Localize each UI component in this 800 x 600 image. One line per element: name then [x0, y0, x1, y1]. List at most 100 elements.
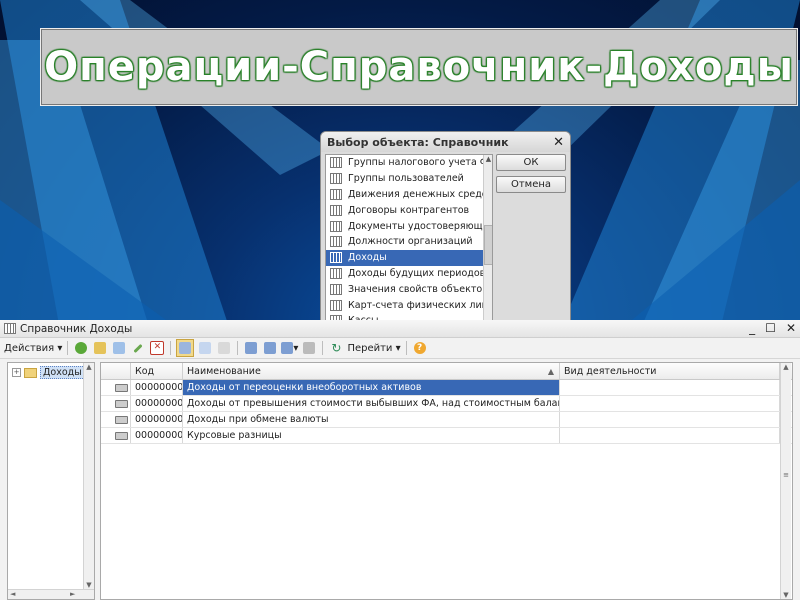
- picker-item[interactable]: Карт-счета физических лиц: [326, 297, 492, 313]
- toolbar-divider: [322, 341, 324, 355]
- scroll-thumb[interactable]: ≡: [781, 471, 791, 479]
- picker-item[interactable]: Доходы будущих периодов: [326, 266, 492, 282]
- filter-icon[interactable]: [243, 340, 259, 356]
- catalog-icon: [330, 204, 342, 216]
- cancel-button[interactable]: Отмена: [496, 176, 566, 193]
- edit-icon[interactable]: [130, 340, 146, 356]
- cell-activity: [560, 412, 780, 427]
- picker-item[interactable]: Значения свойств объектов: [326, 281, 492, 297]
- cell-code: 000000004: [131, 380, 183, 395]
- catalog-icon: [330, 236, 342, 248]
- copy-icon[interactable]: [111, 340, 127, 356]
- clear-filter-icon[interactable]: [301, 340, 317, 356]
- column-header-name[interactable]: Наименование ▲: [183, 363, 560, 379]
- delete-icon[interactable]: ✕: [149, 340, 165, 356]
- tree-vertical-scrollbar[interactable]: ▲ ▼: [83, 363, 94, 589]
- cell-name: Курсовые разницы: [183, 428, 560, 443]
- item-icon-cell: [101, 428, 131, 443]
- icon-column-header: [101, 363, 131, 379]
- table-row[interactable]: 000000001 Курсовые разницы: [101, 428, 792, 444]
- scroll-right-icon[interactable]: ►: [70, 590, 75, 598]
- toolbar: Действия ▾ ✕ ▾ ↻ Перейти ▾ ?: [0, 338, 800, 359]
- column-header-name-label: Наименование: [187, 365, 261, 377]
- help-icon-glyph: ?: [413, 342, 426, 354]
- cell-activity: [560, 396, 780, 411]
- picker-item[interactable]: Группы налогового учета ФА: [326, 155, 492, 171]
- table-row[interactable]: 000000003 Доходы от превышения стоимости…: [101, 396, 792, 412]
- scroll-down-icon[interactable]: ▼: [84, 581, 94, 589]
- catalog-icon: [4, 323, 16, 334]
- picker-scrollbar[interactable]: ▲: [483, 155, 492, 327]
- sort-icon: ▲: [547, 366, 554, 376]
- picker-item[interactable]: Документы удостоверяющи...: [326, 218, 492, 234]
- catalog-icon: [330, 283, 342, 295]
- table-row[interactable]: 000000002 Доходы при обмене валюты: [101, 412, 792, 428]
- scroll-up-icon[interactable]: ▲: [484, 155, 492, 163]
- add-icon[interactable]: [73, 340, 89, 356]
- maximize-icon[interactable]: ☐: [765, 321, 776, 335]
- refresh-icon[interactable]: ↻: [328, 340, 344, 356]
- picker-titlebar: Выбор объекта: Справочник ✕: [321, 132, 570, 152]
- picker-item[interactable]: Группы пользователей: [326, 171, 492, 187]
- picker-item-selected[interactable]: Доходы: [326, 249, 492, 266]
- catalog-icon: [330, 299, 342, 311]
- hierarchy-icon[interactable]: [176, 339, 195, 357]
- group-tree: + Доходы ▲ ▼ ◄ ►: [7, 362, 95, 600]
- picker-item[interactable]: Должности организаций: [326, 234, 492, 250]
- close-icon[interactable]: ✕: [786, 321, 796, 335]
- close-icon[interactable]: ✕: [553, 135, 564, 150]
- minimize-icon[interactable]: _: [749, 321, 755, 335]
- tree-item-label: Доходы: [40, 366, 85, 379]
- scroll-left-icon[interactable]: ◄: [10, 590, 15, 598]
- scroll-down-icon[interactable]: ▼: [781, 591, 791, 599]
- picker-item[interactable]: Движения денежных средств: [326, 187, 492, 203]
- cell-activity: [560, 380, 780, 395]
- cell-activity: [560, 428, 780, 443]
- goto-menu[interactable]: Перейти ▾: [347, 340, 400, 356]
- window-title: Справочник Доходы: [20, 322, 133, 335]
- table-vertical-scrollbar[interactable]: ▲ ≡ ▼: [780, 363, 791, 599]
- window-titlebar: Справочник Доходы _ ☐ ✕: [0, 320, 800, 338]
- add-group-icon[interactable]: [92, 340, 108, 356]
- catalog-table: Код Наименование ▲ Вид деятельности 0000…: [100, 362, 793, 600]
- slide-title-box: Операции-Справочник-Доходы: [40, 28, 798, 106]
- item-icon-cell: [101, 396, 131, 411]
- toolbar-divider: [67, 341, 69, 355]
- filter-history-icon[interactable]: ▾: [281, 340, 298, 356]
- picker-item[interactable]: Договоры контрагентов: [326, 202, 492, 218]
- item-icon: [115, 415, 128, 424]
- catalog-icon: [330, 188, 342, 200]
- expand-icon[interactable]: +: [12, 368, 21, 377]
- level-up-icon[interactable]: [216, 340, 232, 356]
- move-to-group-icon[interactable]: [197, 340, 213, 356]
- catalog-icon: [330, 173, 342, 185]
- catalog-window: Справочник Доходы _ ☐ ✕ Действия ▾ ✕ ▾ ↻…: [0, 320, 800, 600]
- item-icon: [115, 431, 128, 440]
- tree-item-root[interactable]: + Доходы: [12, 366, 85, 379]
- table-row[interactable]: 000000004 Доходы от переоценки внеоборот…: [101, 380, 792, 396]
- cell-code: 000000002: [131, 412, 183, 427]
- catalog-icon: [330, 220, 342, 232]
- table-header: Код Наименование ▲ Вид деятельности: [101, 363, 792, 380]
- help-icon[interactable]: ?: [412, 340, 428, 356]
- tree-horizontal-scrollbar[interactable]: ◄ ►: [8, 589, 94, 599]
- scroll-thumb[interactable]: [484, 225, 492, 265]
- item-icon: [115, 399, 128, 408]
- folder-icon: [24, 367, 37, 378]
- ok-button[interactable]: ОК: [496, 154, 566, 171]
- item-icon-cell: [101, 412, 131, 427]
- filter-by-value-icon[interactable]: [262, 340, 278, 356]
- cell-name: Доходы при обмене валюты: [183, 412, 560, 427]
- cell-name-selected: Доходы от переоценки внеоборотных активо…: [183, 380, 560, 395]
- scroll-up-icon[interactable]: ▲: [84, 363, 94, 371]
- scroll-up-icon[interactable]: ▲: [781, 363, 791, 371]
- actions-menu[interactable]: Действия ▾: [4, 340, 62, 356]
- slide-title: Операции-Справочник-Доходы: [44, 44, 794, 90]
- column-header-code[interactable]: Код: [131, 363, 183, 379]
- toolbar-divider: [170, 341, 172, 355]
- column-header-activity[interactable]: Вид деятельности: [560, 363, 780, 379]
- cell-code: 000000003: [131, 396, 183, 411]
- picker-title: Выбор объекта: Справочник: [327, 135, 509, 149]
- item-icon: [115, 383, 128, 392]
- object-picker-dialog: Выбор объекта: Справочник ✕ Группы налог…: [320, 131, 571, 328]
